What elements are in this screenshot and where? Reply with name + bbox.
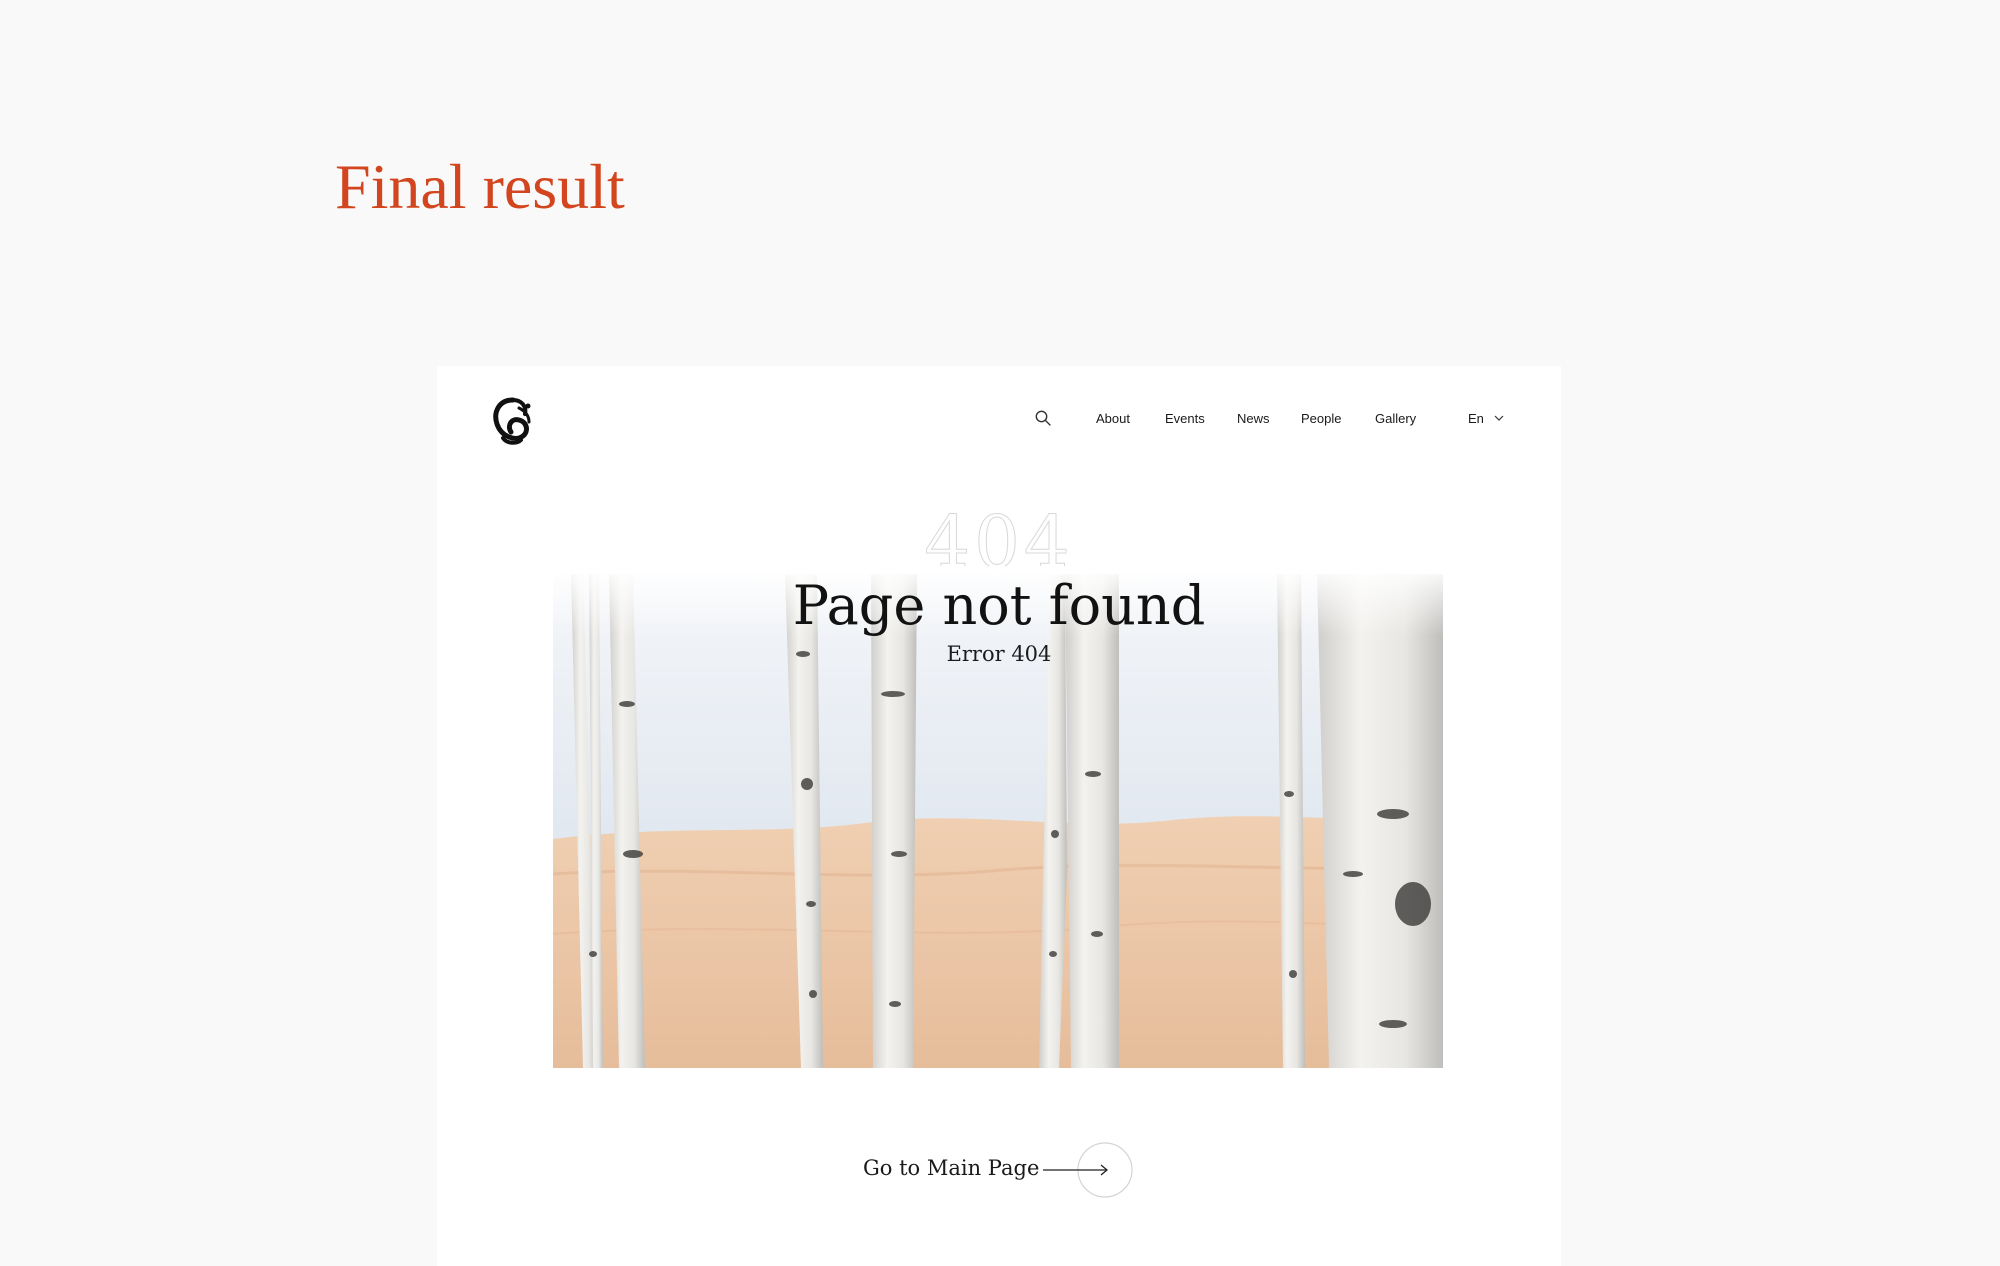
arrow-right-icon [1043,1142,1133,1198]
go-to-main-page-button[interactable]: Go to Main Page [863,1142,1163,1198]
language-selector[interactable]: En [1468,411,1504,426]
nav-item-events[interactable]: Events [1165,411,1205,426]
nav-item-news[interactable]: News [1237,411,1270,426]
chevron-down-icon [1494,415,1504,421]
nav-item-people[interactable]: People [1301,411,1341,426]
error-subtitle: Error 404 [946,642,1052,666]
page-title: Page not found [792,574,1206,637]
website-mockup: About Events News People Gallery En 404 [437,366,1561,1266]
section-heading: Final result [335,151,625,222]
nav-item-gallery[interactable]: Gallery [1375,411,1416,426]
main-navigation: About Events News People Gallery En [437,409,1561,431]
search-icon[interactable] [1034,409,1052,427]
language-label: En [1468,411,1484,426]
cta-label: Go to Main Page [863,1156,1040,1180]
nav-item-about[interactable]: About [1096,411,1130,426]
